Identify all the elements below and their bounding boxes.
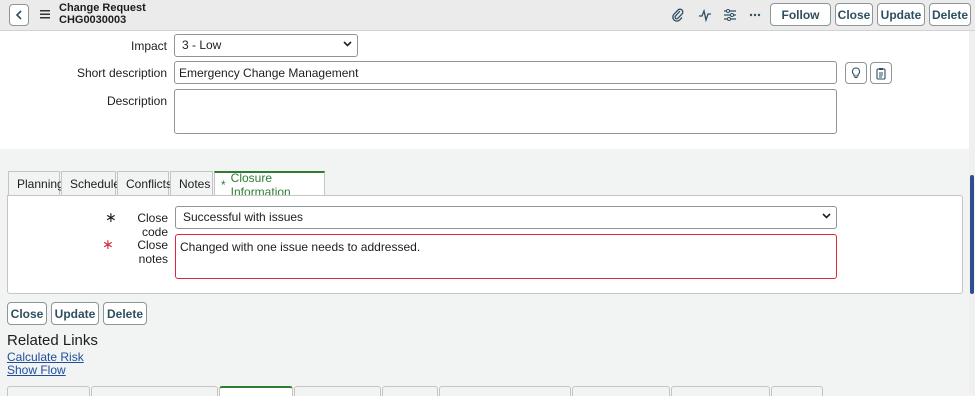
impact-label: Impact	[130, 39, 167, 53]
tab-modified-marker: *	[221, 177, 226, 192]
close-code-select[interactable]: Successful with issues	[175, 206, 837, 229]
close-code-value: Successful with issues	[183, 210, 304, 224]
template-button[interactable]	[870, 62, 892, 84]
close-button[interactable]: Close	[835, 3, 873, 26]
tab-planning[interactable]: Planning	[8, 171, 64, 195]
related-list-tab[interactable]	[294, 386, 381, 396]
description-textarea[interactable]	[174, 89, 837, 134]
related-list-tab[interactable]	[219, 386, 293, 396]
short-description-label: Short description	[76, 66, 167, 80]
scrollbar-thumb[interactable]	[970, 175, 974, 294]
impact-select[interactable]: 3 - Low	[174, 34, 358, 57]
calculate-risk-link[interactable]: Calculate Risk	[7, 350, 84, 364]
related-links-title: Related Links	[7, 332, 98, 349]
personalize-form-icon[interactable]	[722, 7, 738, 23]
delete-button-bottom[interactable]: Delete	[103, 302, 147, 325]
back-button[interactable]	[9, 4, 29, 26]
activity-pulse-icon[interactable]	[697, 7, 713, 23]
more-options-icon[interactable]	[747, 7, 763, 23]
chevron-down-icon	[343, 41, 352, 47]
related-list-tab[interactable]	[439, 386, 571, 396]
show-flow-link[interactable]: Show Flow	[7, 363, 66, 377]
clipboard-icon	[876, 67, 886, 80]
related-list-tab[interactable]	[382, 386, 438, 396]
related-list-tab[interactable]	[7, 386, 90, 396]
suggestion-button[interactable]	[845, 62, 867, 84]
description-label: Description	[106, 94, 167, 108]
tab-closure-information[interactable]: * Closure Information	[214, 171, 325, 199]
related-list-tab[interactable]	[671, 386, 770, 396]
context-menu-icon[interactable]	[40, 8, 50, 20]
short-description-input[interactable]: Emergency Change Management	[174, 61, 837, 84]
close-notes-label: Close notes	[137, 238, 168, 266]
close-notes-textarea[interactable]: Changed with one issue needs to addresse…	[175, 234, 837, 279]
closure-information-panel: ∗ Close code Successful with issues ∗ Cl…	[7, 195, 963, 294]
attachment-icon[interactable]	[670, 7, 686, 23]
tab-notes[interactable]: Notes	[170, 171, 213, 195]
follow-button[interactable]: Follow	[770, 3, 831, 26]
delete-button[interactable]: Delete	[929, 3, 971, 26]
close-code-label: Close code	[137, 211, 168, 239]
lightbulb-icon	[851, 67, 861, 79]
form-header: Change Request CHG0030003 Follow Close U…	[0, 0, 975, 31]
update-button-bottom[interactable]: Update	[51, 302, 99, 325]
chevron-left-icon	[15, 10, 22, 20]
tab-schedule[interactable]: Schedule	[61, 171, 120, 195]
form-section-top: Impact 3 - Low Short description Emergen…	[0, 31, 969, 149]
related-list-tab[interactable]	[572, 386, 670, 396]
impact-value: 3 - Low	[182, 38, 222, 52]
chevron-down-icon	[822, 213, 831, 219]
update-button[interactable]: Update	[877, 3, 925, 26]
record-number: CHG0030003	[59, 14, 127, 26]
related-list-tab[interactable]	[91, 386, 218, 396]
related-list-tab[interactable]	[771, 386, 823, 396]
tab-conflicts[interactable]: Conflicts	[117, 171, 172, 195]
record-type-title: Change Request	[59, 2, 146, 14]
close-button-bottom[interactable]: Close	[7, 302, 47, 325]
